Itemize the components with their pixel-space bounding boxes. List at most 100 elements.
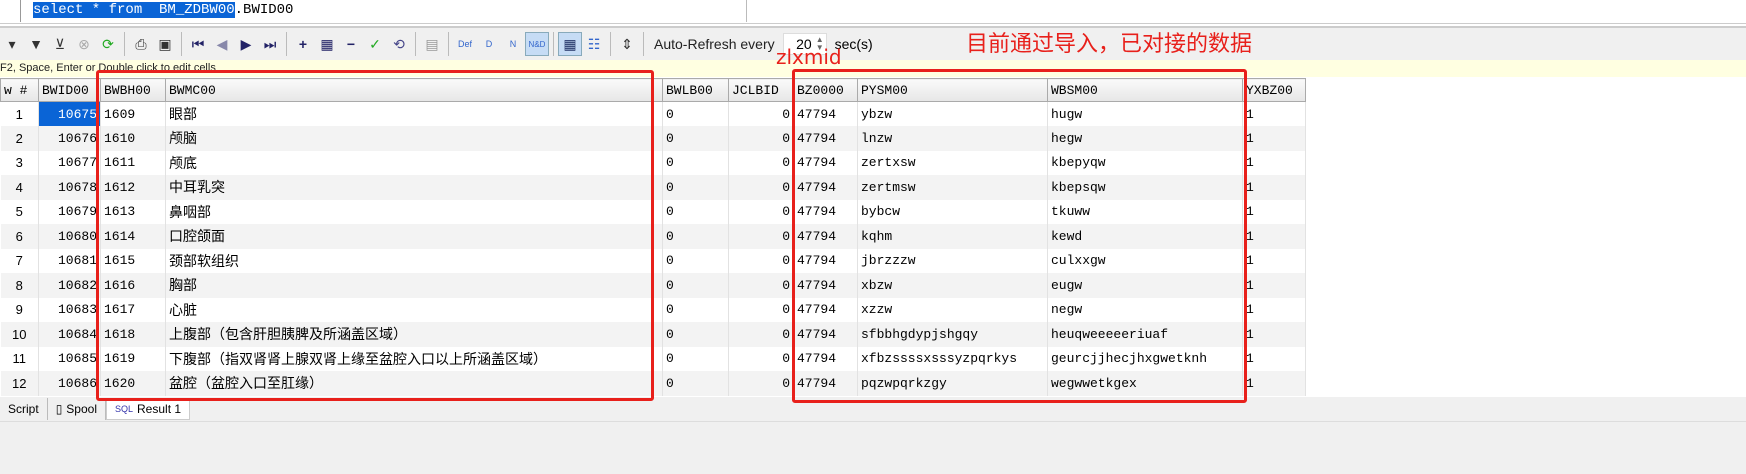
cell-bwid00[interactable]: 10685 xyxy=(38,346,101,371)
cell-w-[interactable]: 4 xyxy=(0,175,39,200)
cell-bwlb00[interactable]: 0 xyxy=(662,126,729,151)
toolbar-divider xyxy=(610,32,611,56)
tab-script[interactable]: Script xyxy=(0,398,48,420)
next-record-icon[interactable]: ▶ xyxy=(234,32,258,56)
cell-bwid00[interactable]: 10680 xyxy=(38,224,101,249)
filter-icon[interactable]: ▼ xyxy=(24,32,48,56)
tab-label: Result 1 xyxy=(137,402,182,416)
cell-bwid00[interactable]: 10675 xyxy=(38,101,101,126)
cell-bwlb00[interactable]: 0 xyxy=(662,322,729,347)
delete-row-icon[interactable]: − xyxy=(339,32,363,56)
def-icon[interactable]: Def xyxy=(453,32,477,56)
add-row-icon[interactable]: + xyxy=(291,32,315,56)
arrow-down-icon[interactable]: ▾ xyxy=(0,32,24,56)
cell-yxbz00[interactable]: 1 xyxy=(1242,322,1306,347)
cell-jclbid[interactable]: 0 xyxy=(728,126,794,151)
cell-w-[interactable]: 2 xyxy=(0,126,39,151)
cell-bwlb00[interactable]: 0 xyxy=(662,297,729,322)
first-record-icon[interactable]: ⏮ xyxy=(186,32,210,56)
cell-yxbz00[interactable]: 1 xyxy=(1242,224,1306,249)
blob-icon[interactable]: ▤ xyxy=(420,32,444,56)
cell-w-[interactable]: 9 xyxy=(0,297,39,322)
cell-yxbz00[interactable]: 1 xyxy=(1242,175,1306,200)
d-icon[interactable]: D xyxy=(477,32,501,56)
cell-bwlb00[interactable]: 0 xyxy=(662,248,729,273)
cell-bwid00[interactable]: 10686 xyxy=(38,371,101,396)
cell-bwid00[interactable]: 10684 xyxy=(38,322,101,347)
tab-label: Script xyxy=(8,402,39,416)
cell-bwid00[interactable]: 10679 xyxy=(38,199,101,224)
cell-bwlb00[interactable]: 0 xyxy=(662,199,729,224)
grid-toolbar: ▾ ▼ ⊻ ⊗ ⟳ ⎙ ▣ ⏮ ◀ ▶ ⏭ + ▦ − ✓ ⟲ ▤ Def D … xyxy=(0,26,1746,60)
duplicate-row-icon[interactable]: ▦ xyxy=(315,32,339,56)
cell-jclbid[interactable]: 0 xyxy=(728,101,794,126)
nd-icon[interactable]: N&D xyxy=(525,32,549,56)
cell-jclbid[interactable]: 0 xyxy=(728,224,794,249)
cell-jclbid[interactable]: 0 xyxy=(728,322,794,347)
cell-bwlb00[interactable]: 0 xyxy=(662,371,729,396)
cell-w-[interactable]: 10 xyxy=(0,322,39,347)
cell-yxbz00[interactable]: 1 xyxy=(1242,273,1306,298)
column-header[interactable]: BWID00 xyxy=(38,78,101,102)
cell-w-[interactable]: 3 xyxy=(0,150,39,175)
cell-bwid00[interactable]: 10681 xyxy=(38,248,101,273)
sql-editor[interactable]: select * from BM_ZDBW00.BWID00 xyxy=(0,0,1746,24)
cell-w-[interactable]: 5 xyxy=(0,199,39,224)
cell-yxbz00[interactable]: 1 xyxy=(1242,297,1306,322)
cancel-icon[interactable]: ⊗ xyxy=(72,32,96,56)
tab-spool[interactable]: ▯ Spool xyxy=(48,398,106,420)
column-header[interactable]: BWLB00 xyxy=(662,78,729,102)
clear-filter-icon[interactable]: ⊻ xyxy=(48,32,72,56)
post-icon[interactable]: ✓ xyxy=(363,32,387,56)
cell-w-[interactable]: 7 xyxy=(0,248,39,273)
tab-label: Spool xyxy=(66,402,97,416)
cell-bwid00[interactable]: 10682 xyxy=(38,273,101,298)
cell-jclbid[interactable]: 0 xyxy=(728,175,794,200)
cell-bwid00[interactable]: 10676 xyxy=(38,126,101,151)
cell-w-[interactable]: 8 xyxy=(0,273,39,298)
cell-jclbid[interactable]: 0 xyxy=(728,346,794,371)
toolbar-divider xyxy=(124,32,125,56)
cell-bwlb00[interactable]: 0 xyxy=(662,101,729,126)
n-icon[interactable]: N xyxy=(501,32,525,56)
prev-record-icon[interactable]: ◀ xyxy=(210,32,234,56)
cell-yxbz00[interactable]: 1 xyxy=(1242,101,1306,126)
cell-jclbid[interactable]: 0 xyxy=(728,248,794,273)
cell-yxbz00[interactable]: 1 xyxy=(1242,150,1306,175)
save-icon[interactable]: ▣ xyxy=(153,32,177,56)
grid-view-icon[interactable]: ▦ xyxy=(558,32,582,56)
cell-bwlb00[interactable]: 0 xyxy=(662,150,729,175)
cell-yxbz00[interactable]: 1 xyxy=(1242,248,1306,273)
refresh-records-icon[interactable]: ⟲ xyxy=(387,32,411,56)
cell-jclbid[interactable]: 0 xyxy=(728,150,794,175)
fit-columns-icon[interactable]: ⇕ xyxy=(615,32,639,56)
cell-bwlb00[interactable]: 0 xyxy=(662,346,729,371)
last-record-icon[interactable]: ⏭ xyxy=(258,32,282,56)
cell-bwid00[interactable]: 10678 xyxy=(38,175,101,200)
sql-text[interactable]: select * from BM_ZDBW00.BWID00 xyxy=(33,2,293,18)
cell-bwid00[interactable]: 10683 xyxy=(38,297,101,322)
cell-jclbid[interactable]: 0 xyxy=(728,199,794,224)
refresh-icon[interactable]: ⟳ xyxy=(96,32,120,56)
cell-jclbid[interactable]: 0 xyxy=(728,371,794,396)
cell-yxbz00[interactable]: 1 xyxy=(1242,371,1306,396)
cell-yxbz00[interactable]: 1 xyxy=(1242,346,1306,371)
cell-yxbz00[interactable]: 1 xyxy=(1242,126,1306,151)
cell-w-[interactable]: 1 xyxy=(0,101,39,126)
tab-result-1[interactable]: SQL Result 1 xyxy=(106,398,191,420)
column-header[interactable]: JCLBID xyxy=(728,78,794,102)
cell-w-[interactable]: 6 xyxy=(0,224,39,249)
cell-bwlb00[interactable]: 0 xyxy=(662,224,729,249)
print-icon[interactable]: ⎙ xyxy=(129,32,153,56)
form-view-icon[interactable]: ☷ xyxy=(582,32,606,56)
cell-bwlb00[interactable]: 0 xyxy=(662,175,729,200)
cell-w-[interactable]: 12 xyxy=(0,371,39,396)
column-header[interactable]: YXBZ00 xyxy=(1242,78,1306,102)
cell-jclbid[interactable]: 0 xyxy=(728,297,794,322)
cell-jclbid[interactable]: 0 xyxy=(728,273,794,298)
cell-bwlb00[interactable]: 0 xyxy=(662,273,729,298)
cell-w-[interactable]: 11 xyxy=(0,346,39,371)
cell-bwid00[interactable]: 10677 xyxy=(38,150,101,175)
column-header[interactable]: w # xyxy=(0,78,39,102)
cell-yxbz00[interactable]: 1 xyxy=(1242,199,1306,224)
